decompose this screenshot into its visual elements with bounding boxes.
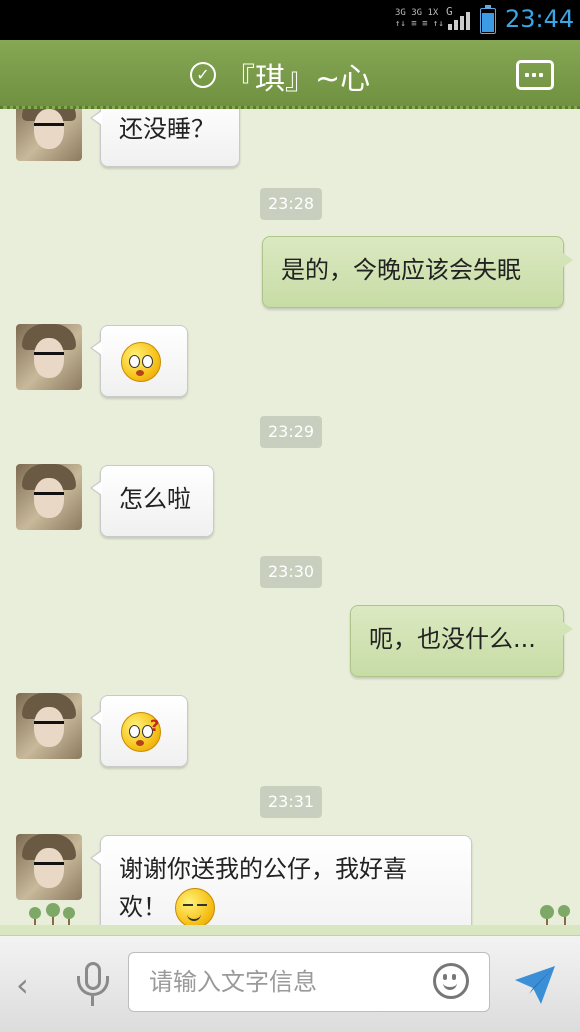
contact-avatar[interactable]: [16, 324, 82, 390]
status-bar: 3G 3G 1X ↑↓ ≡ ≡ ↑↓ G 23:44: [0, 0, 580, 40]
surprised-emoji-icon: [121, 342, 161, 382]
incoming-message[interactable]: [90, 325, 188, 397]
more-options-icon[interactable]: [516, 60, 554, 90]
timestamp: 23:30: [260, 556, 323, 588]
message-text: 是的，今晚应该会失眠: [281, 256, 521, 284]
message-text: 呃，也没什么...: [369, 625, 536, 653]
incoming-message[interactable]: 还没睡？: [90, 109, 240, 167]
incoming-message[interactable]: 怎么啦: [90, 465, 214, 537]
message-text: 还没睡？: [119, 115, 215, 143]
signal-strength-icon: [448, 12, 470, 30]
microphone-icon[interactable]: [74, 962, 112, 1008]
timestamp: 23:31: [260, 786, 323, 818]
network-indicator: 3G 3G 1X ↑↓ ≡ ≡ ↑↓: [395, 8, 444, 30]
message-input-field[interactable]: [128, 952, 490, 1012]
grass-scenery: [0, 901, 580, 935]
check-circle-icon: ✓: [190, 62, 216, 88]
smiley-icon[interactable]: [433, 963, 469, 999]
incoming-message[interactable]: ?: [90, 695, 188, 767]
outgoing-message[interactable]: 是的，今晚应该会失眠: [262, 236, 573, 308]
message-text-line-1: 谢谢你送我的公仔，我好喜: [119, 855, 407, 883]
network-activity-text: ↑↓ ≡ ≡ ↑↓: [395, 19, 444, 29]
message-text: 怎么啦: [119, 485, 191, 513]
timestamp: 23:29: [260, 416, 323, 448]
chat-title: 『琪』~心: [225, 62, 371, 97]
input-bar: ‹: [0, 935, 580, 1032]
timestamp: 23:28: [260, 188, 323, 220]
contact-avatar[interactable]: [16, 109, 82, 161]
outgoing-message[interactable]: 呃，也没什么...: [350, 605, 573, 677]
contact-avatar[interactable]: [16, 693, 82, 759]
status-clock: 23:44: [505, 5, 575, 33]
send-icon[interactable]: [511, 960, 559, 1008]
contact-avatar[interactable]: [16, 464, 82, 530]
battery-icon: [480, 5, 496, 34]
confused-emoji-icon: ?: [121, 712, 161, 752]
chat-header: ✓ 『琪』~心: [0, 40, 580, 109]
network-type-text: 3G 3G 1X: [395, 8, 439, 18]
message-input[interactable]: [147, 965, 411, 999]
chevron-left-icon[interactable]: ‹: [16, 966, 29, 1004]
contact-avatar[interactable]: [16, 834, 82, 900]
message-list[interactable]: 还没睡？ 23:28 是的，今晚应该会失眠 23:29 怎么啦 23:30 呃，…: [0, 109, 580, 935]
